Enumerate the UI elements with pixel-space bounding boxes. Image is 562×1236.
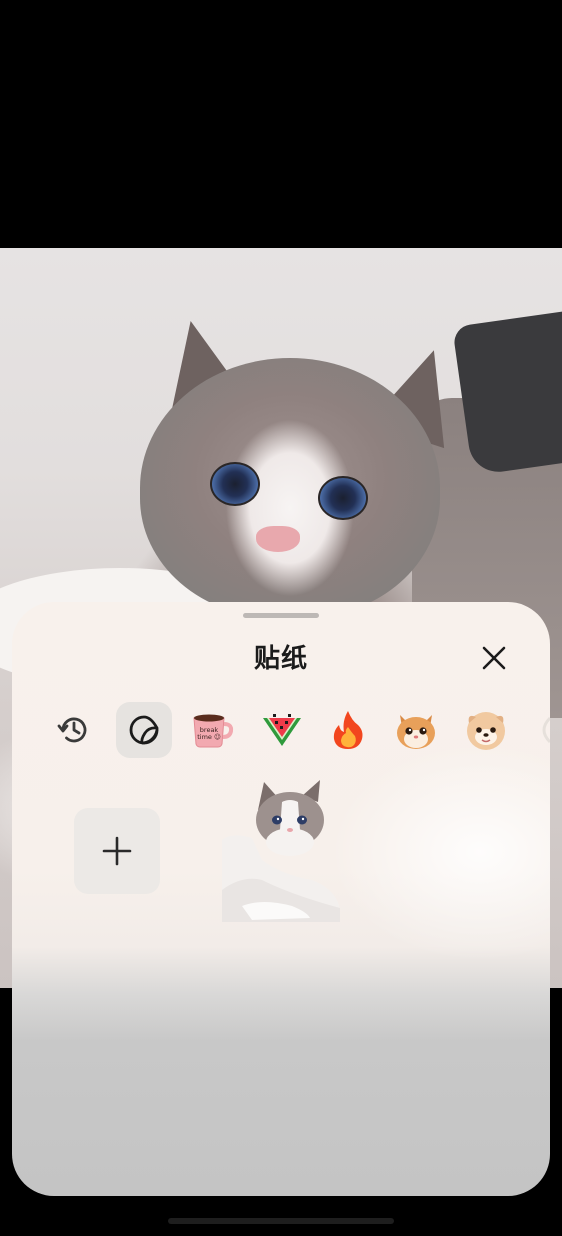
sheet-title: 贴纸	[253, 644, 308, 674]
coffee-cup-sticker-icon: break time ☺	[193, 714, 234, 748]
screen: 贴纸 break time ☺	[0, 0, 562, 1236]
tab-dog-sticker[interactable]	[458, 702, 514, 758]
svg-text:time ☺: time ☺	[197, 733, 221, 741]
partial-sticker-icon	[542, 716, 550, 744]
cat-face	[140, 358, 440, 618]
plus-icon	[102, 836, 132, 866]
cat-sticker-image	[222, 780, 340, 922]
close-button[interactable]	[476, 640, 512, 676]
sheet-drag-handle[interactable]	[243, 613, 319, 618]
sheet-glow	[330, 742, 550, 962]
close-icon	[482, 646, 506, 670]
tab-cat-sticker[interactable]	[388, 702, 444, 758]
add-sticker-button[interactable]	[74, 808, 160, 894]
cat-face-sticker-icon	[397, 715, 435, 749]
tab-fire-sticker[interactable]	[320, 702, 376, 758]
fire-sticker-icon	[333, 711, 363, 749]
tab-history[interactable]	[46, 702, 102, 758]
custom-cat-sticker[interactable]	[222, 780, 340, 922]
sticker-category-tabs: break time ☺	[12, 700, 550, 760]
sticker-sheet: 贴纸 break time ☺	[12, 602, 550, 1196]
cat-nose	[256, 526, 300, 552]
tab-coffee-sticker[interactable]: break time ☺	[184, 702, 240, 758]
cat-eye-right	[318, 476, 368, 520]
watermelon-sticker-icon	[263, 714, 301, 746]
dog-face-sticker-icon	[467, 712, 505, 750]
home-indicator[interactable]	[168, 1218, 394, 1224]
cat-eye-left	[210, 462, 260, 506]
tab-watermelon-sticker[interactable]	[254, 702, 310, 758]
tab-sticker[interactable]	[116, 702, 172, 758]
history-icon	[57, 717, 87, 743]
tab-more-partial[interactable]	[526, 702, 550, 758]
sticker-icon	[129, 715, 159, 745]
